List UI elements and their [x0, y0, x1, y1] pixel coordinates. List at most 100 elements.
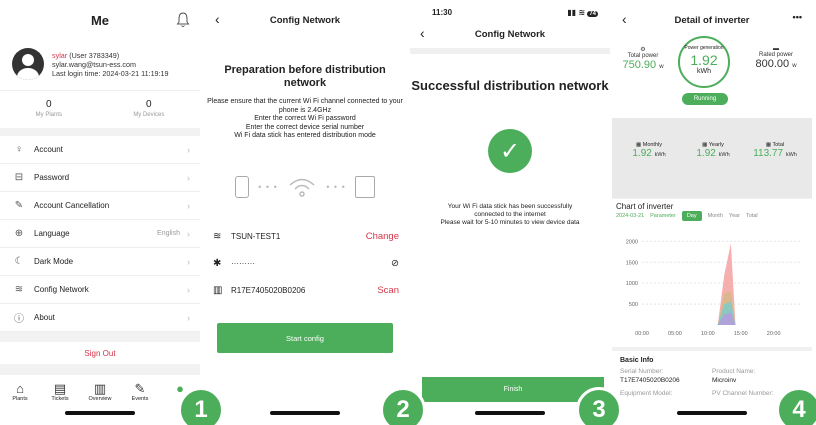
period-tab-total[interactable]: Total [746, 213, 758, 219]
user-info: sylar (User 3783349) sylar.wang@tsun-ess… [52, 51, 169, 78]
kpi-value: 750.90 [622, 59, 657, 71]
my-plants-stat[interactable]: 0 My Plants [36, 99, 62, 118]
stat-value: 0 [146, 99, 152, 110]
dots-icon: • • • [258, 181, 278, 192]
energy-yearly: ▦ Yearly 1.92 kWh [682, 142, 744, 159]
menu-item-value: English [157, 230, 180, 237]
asterisk-icon: ✱ [213, 257, 222, 269]
wifi-ssid-field[interactable]: ≋ TSUN-TEST1 Change [205, 223, 405, 250]
date-picker[interactable]: 2024-03-21 [616, 213, 644, 219]
user-stats: 0 My Plants 0 My Devices [0, 90, 200, 128]
change-wifi-button[interactable]: Change [366, 231, 399, 242]
chevron-right-icon: › [187, 312, 190, 323]
config-fields: ≋ TSUN-TEST1 Change ✱ ········· ⊘ ▥ R17E… [205, 223, 405, 304]
gear-icon: ⚙ [640, 47, 646, 53]
eye-toggle-icon[interactable]: ⊘ [391, 258, 399, 269]
my-devices-stat[interactable]: 0 My Devices [133, 99, 164, 118]
back-chevron-icon[interactable]: ‹ [215, 11, 220, 27]
user-email: sylar.wang@tsun-ess.com [52, 59, 136, 69]
user-card[interactable]: sylar (User 3783349) sylar.wang@tsun-ess… [0, 40, 200, 90]
tab-plants[interactable]: ⌂ Plants [3, 381, 37, 425]
period-tab-year[interactable]: Year [729, 213, 740, 219]
tab-label: Tickets [51, 396, 69, 402]
user-icon: ♀ [15, 144, 23, 155]
menu-item-label: Account Cancellation [34, 201, 110, 210]
lock-icon: ⊟ [14, 172, 24, 183]
chart-icon: ▥ [93, 381, 107, 396]
stat-value: 0 [46, 99, 52, 110]
menu-item-config-network[interactable]: ≋ Config Network › [0, 276, 200, 304]
scan-button[interactable]: Scan [377, 285, 399, 296]
step-badge: 1 [178, 387, 224, 425]
avatar[interactable] [12, 48, 44, 80]
config-success-screen: 11:30 ▮▮ ≋ 74 ‹ Config Network Successfu… [410, 0, 610, 425]
back-chevron-icon[interactable]: ‹ [420, 25, 425, 41]
energy-monthly: ▦ Monthly 1.92 kWh [618, 142, 680, 159]
tab-label: Plants [12, 396, 28, 402]
period-tab-month[interactable]: Month [708, 213, 723, 219]
menu-item-language[interactable]: ⊕ Language English › [0, 220, 200, 248]
tab-events[interactable]: ✎ Events [123, 381, 157, 425]
message-line: connected to the internet [474, 211, 546, 218]
tab-overview[interactable]: ▥ Overview [83, 381, 117, 425]
menu-item-account[interactable]: ♀ Account › [0, 136, 200, 164]
instruction-line: Enter the correct Wi Fi password [254, 115, 356, 122]
wifi-icon [289, 178, 315, 197]
check-icon: ✓ [488, 129, 532, 173]
moon-icon: ☾ [14, 256, 24, 267]
energy-value: 113.77 [753, 148, 784, 159]
chevron-right-icon: › [187, 228, 190, 239]
serial-number-field[interactable]: ▥ R17E7405020B0206 Scan [205, 277, 405, 304]
energy-value: 1.92 [696, 148, 716, 159]
status-icons: ▮▮ ≋ 74 [567, 7, 598, 17]
menu-item-account-cancellation[interactable]: ✎ Account Cancellation › [0, 192, 200, 220]
period-tab-day[interactable]: Day [681, 211, 702, 221]
y-tick-label: 2000 [626, 239, 638, 245]
chevron-right-icon: › [187, 200, 190, 211]
network-illustration: • • • • • • [235, 163, 375, 211]
page-title: Me [90, 12, 110, 28]
menu-item-label: Password [34, 173, 70, 182]
instruction-line: Please ensure that the current Wi Fi cha… [207, 98, 403, 114]
globe-icon: ⊕ [14, 228, 24, 239]
menu-item-about[interactable]: ⓘ About › [0, 304, 200, 332]
ring-label: Power generation [684, 45, 724, 51]
start-config-button[interactable]: Start config [217, 323, 393, 353]
tab-tickets[interactable]: ▤ Tickets [43, 381, 77, 425]
page-title: Config Network [474, 28, 546, 40]
more-icon[interactable]: ••• [793, 12, 802, 22]
menu-item-password[interactable]: ⊟ Password › [0, 164, 200, 192]
me-screen: Me sylar (User 3783349) sylar.wang@tsun-… [0, 0, 200, 425]
clock: 11:30 [432, 7, 453, 17]
menu-item-label: About [34, 313, 55, 322]
info-icon: ⓘ [14, 314, 24, 325]
status-bar: 11:30 ▮▮ ≋ 74 [410, 4, 610, 20]
stat-label: My Devices [133, 112, 165, 118]
wifi-password-field[interactable]: ✱ ········· ⊘ [205, 250, 405, 277]
serial-number: R17E7405020B0206 [231, 285, 306, 295]
menu-item-dark-mode[interactable]: ☾ Dark Mode › [0, 248, 200, 276]
kpi-unit: w [659, 64, 664, 70]
back-chevron-icon[interactable]: ‹ [622, 11, 627, 27]
power-summary: ⚙ Total power 750.90 w Power generation … [612, 36, 812, 118]
energy-summary: ▦ Monthly 1.92 kWh ▦ Yearly 1.92 kWh ▦ Total… [612, 118, 812, 198]
home-indicator [65, 411, 135, 415]
menu-item-label: Account [34, 145, 63, 154]
page-title: Detail of inverter [674, 14, 750, 26]
phone-icon [235, 175, 249, 198]
config-network-screen: ‹ Config Network Preparation before dist… [205, 0, 405, 425]
step-badge: 4 [776, 387, 816, 425]
bell-icon[interactable] [176, 12, 190, 28]
energy-unit: kWh [718, 152, 730, 158]
menu-item-label: Dark Mode [34, 257, 74, 266]
me-header: Me [0, 0, 200, 40]
power-generation-ring: Power generation 1.92 kWh [678, 36, 730, 88]
chart-controls: 2024-03-21 Parameter Day Month Year Total [616, 211, 806, 221]
parameter-picker[interactable]: Parameter [650, 213, 676, 219]
ring-unit: kWh [697, 68, 711, 75]
sign-out-button[interactable]: Sign Out [0, 342, 200, 364]
preparation-heading: Preparation before distribution network [224, 64, 386, 89]
finish-button[interactable]: Finish [422, 377, 604, 402]
barcode-icon: ▥ [213, 284, 223, 296]
wifi-icon: ≋ [213, 230, 222, 242]
